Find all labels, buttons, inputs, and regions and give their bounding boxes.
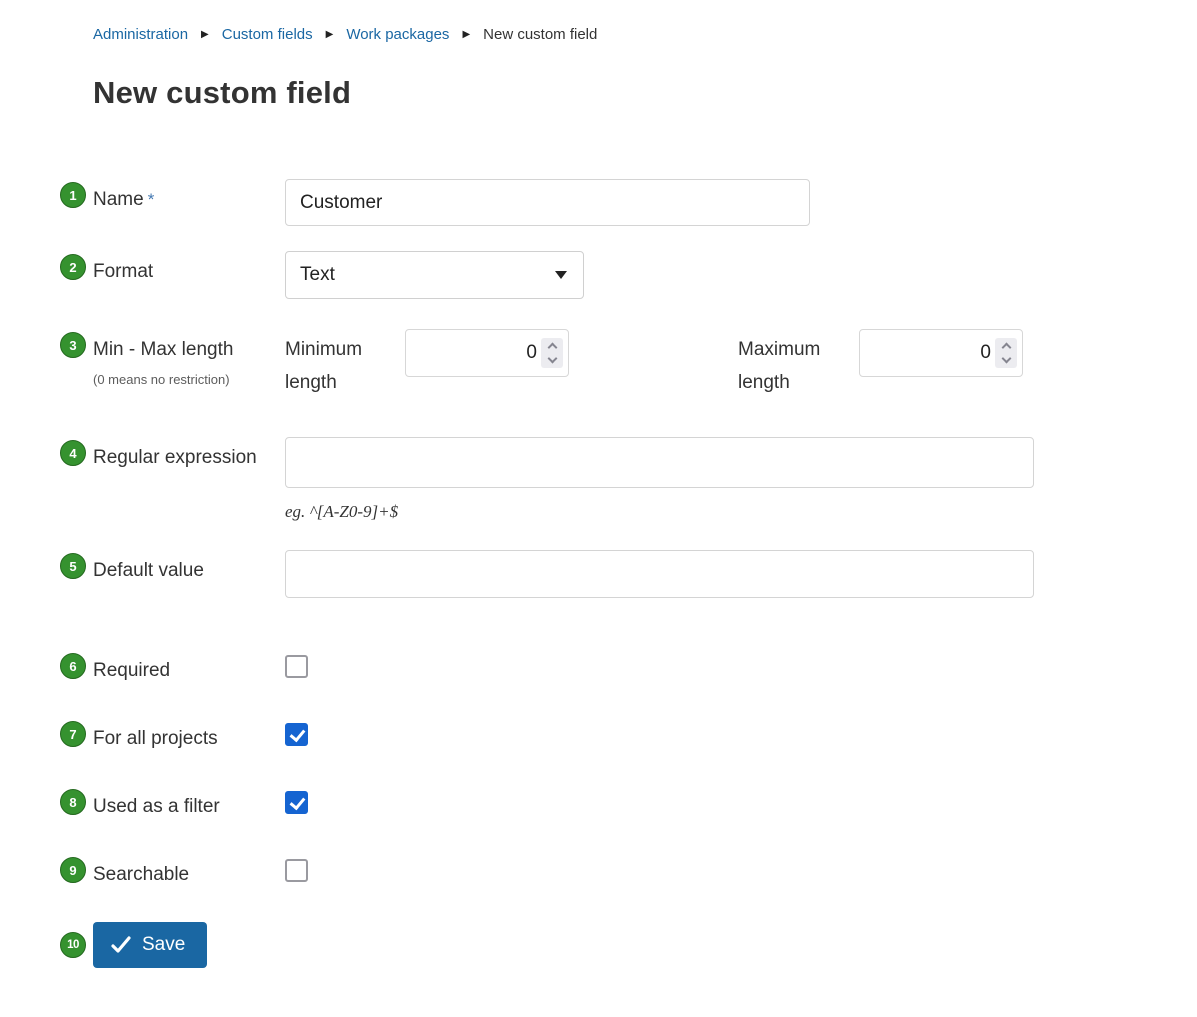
breadcrumb-work-packages[interactable]: Work packages <box>346 26 449 43</box>
breadcrumb-administration[interactable]: Administration <box>93 26 188 43</box>
maximum-length-label: Maximum length <box>738 339 821 393</box>
default-value-input[interactable] <box>285 550 1034 598</box>
used-as-filter-label: Used as a filter <box>93 796 220 817</box>
minimum-length-label: Minimum length <box>285 339 363 393</box>
step-badge-10: 10 <box>60 932 86 958</box>
page-title: New custom field <box>93 75 352 110</box>
used-as-filter-checkbox[interactable] <box>285 791 308 814</box>
step-badge-6: 6 <box>60 653 86 679</box>
for-all-projects-label: For all projects <box>93 728 218 749</box>
form-row-default-value: 5 Default value <box>60 550 1197 598</box>
select-caret-icon <box>555 271 567 279</box>
minimum-length-input[interactable]: 0 <box>405 329 569 377</box>
minimum-length-spinner[interactable] <box>541 338 563 368</box>
min-max-length-hint: (0 means no restriction) <box>93 372 230 387</box>
breadcrumb: Administration ▶ Custom fields ▶ Work pa… <box>93 26 1197 43</box>
step-badge-4: 4 <box>60 440 86 466</box>
step-badge-8: 8 <box>60 789 86 815</box>
regular-expression-example: eg. ^[A-Z0-9]+$ <box>285 502 399 521</box>
format-select[interactable]: Text <box>285 251 584 299</box>
save-button[interactable]: Save <box>93 922 208 968</box>
new-custom-field-page: Administration ▶ Custom fields ▶ Work pa… <box>0 0 1197 968</box>
maximum-length-spinner[interactable] <box>995 338 1017 368</box>
form-row-required: 6 Required <box>60 650 1197 681</box>
breadcrumb-separator-icon: ▶ <box>462 28 471 40</box>
form-row-name: 1 Name * Customer <box>60 179 1197 226</box>
maximum-length-input[interactable]: 0 <box>859 329 1023 377</box>
step-badge-1: 1 <box>60 182 86 208</box>
breadcrumb-current-page: New custom field <box>483 26 598 43</box>
form-row-regular-expression: 4 Regular expression eg. ^[A-Z0-9]+$ <box>60 437 1197 522</box>
form-row-used-as-filter: 8 Used as a filter <box>60 786 1197 817</box>
format-label: Format <box>93 261 154 282</box>
regular-expression-label: Regular expression <box>93 447 257 468</box>
step-badge-3: 3 <box>60 332 86 358</box>
regular-expression-input[interactable] <box>285 437 1034 488</box>
name-input[interactable]: Customer <box>285 179 810 226</box>
spinner-up-icon[interactable] <box>547 342 557 353</box>
breadcrumb-custom-fields[interactable]: Custom fields <box>222 26 313 43</box>
required-asterisk: * <box>147 190 155 209</box>
check-icon <box>111 936 131 953</box>
breadcrumb-separator-icon: ▶ <box>201 28 209 40</box>
for-all-projects-checkbox[interactable] <box>285 723 308 746</box>
format-selected-value: Text <box>300 264 335 285</box>
step-badge-2: 2 <box>60 254 86 280</box>
min-max-length-label: Min - Max length <box>93 339 234 360</box>
required-checkbox[interactable] <box>285 655 308 678</box>
form-row-searchable: 9 Searchable <box>60 854 1197 885</box>
form-row-for-all-projects: 7 For all projects <box>60 718 1197 749</box>
spinner-down-icon[interactable] <box>547 353 557 364</box>
searchable-checkbox[interactable] <box>285 859 308 882</box>
form-row-min-max-length: 3 Min - Max length (0 means no restricti… <box>60 329 1197 399</box>
save-button-label: Save <box>142 934 186 955</box>
form-row-format: 2 Format Text <box>60 251 1197 299</box>
name-label: Name * <box>93 189 155 210</box>
step-badge-9: 9 <box>60 857 86 883</box>
searchable-label: Searchable <box>93 864 190 885</box>
maximum-length-value: 0 <box>980 342 991 363</box>
default-value-label: Default value <box>93 560 204 581</box>
breadcrumb-separator-icon: ▶ <box>325 28 334 40</box>
step-badge-5: 5 <box>60 553 86 579</box>
minimum-length-value: 0 <box>526 342 537 363</box>
step-badge-7: 7 <box>60 721 86 747</box>
form-row-save: 10 Save <box>60 922 1197 968</box>
spinner-down-icon[interactable] <box>1001 353 1011 364</box>
spinner-up-icon[interactable] <box>1001 342 1011 353</box>
required-label: Required <box>93 660 171 681</box>
